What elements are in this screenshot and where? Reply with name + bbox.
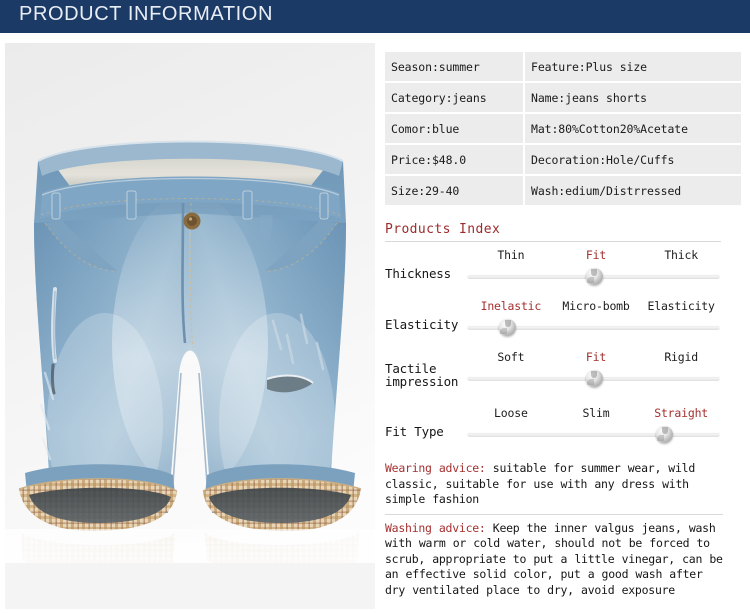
washing-advice-key: Washing advice: bbox=[385, 520, 486, 535]
table-row: Comor:blue Mat:80%Cotton20%Acetate bbox=[385, 114, 741, 143]
product-information-page: PRODUCT INFORMATION Season:summer Featur… bbox=[0, 0, 750, 614]
spec-cell: Decoration:Hole/Cuffs bbox=[525, 145, 741, 174]
slider-tick: Soft bbox=[497, 350, 525, 364]
spec-cell: Size:29-40 bbox=[385, 176, 525, 205]
slider-track[interactable] bbox=[467, 268, 720, 285]
page-header-banner: PRODUCT INFORMATION bbox=[0, 0, 750, 33]
slider-tick: Slim bbox=[582, 406, 610, 420]
slider-label: Fit Type bbox=[385, 424, 444, 439]
wearing-advice-key: Wearing advice: bbox=[385, 461, 486, 475]
slider-tactile-impression[interactable]: Soft Fit Rigid Tactile impression bbox=[385, 350, 725, 406]
slider-tick-row: Inelastic Micro-bomb Elasticity bbox=[467, 299, 725, 317]
page-title: PRODUCT INFORMATION bbox=[19, 3, 273, 25]
slider-tick: Thick bbox=[664, 248, 698, 262]
spec-cell: Mat:80%Cotton20%Acetate bbox=[525, 114, 741, 143]
slider-label: Elasticity bbox=[385, 317, 459, 332]
jeans-shorts-illustration bbox=[5, 43, 375, 609]
slider-label-line2: impression bbox=[385, 374, 459, 389]
slider-tick: Rigid bbox=[664, 350, 698, 364]
product-photo bbox=[5, 43, 375, 609]
spec-cell: Name:jeans shorts bbox=[525, 83, 741, 112]
slider-tick: Loose bbox=[494, 406, 528, 420]
slider-tick: Micro-bomb bbox=[562, 299, 630, 313]
slider-tick: Thin bbox=[497, 248, 525, 262]
slider-tick-selected: Inelastic bbox=[480, 299, 542, 313]
spec-cell: Wash:edium/Distrressed bbox=[525, 176, 741, 205]
slider-track[interactable] bbox=[467, 370, 720, 387]
slider-thumb[interactable] bbox=[585, 268, 603, 285]
slider-label: Tactile impression bbox=[385, 362, 463, 388]
slider-tick-selected: Fit bbox=[585, 350, 607, 364]
specification-table: Season:summer Feature:Plus size Category… bbox=[385, 50, 741, 207]
slider-thumb[interactable] bbox=[499, 319, 517, 336]
slider-track[interactable] bbox=[467, 426, 720, 443]
slider-tick-row: Loose Slim Straight bbox=[467, 406, 725, 424]
spec-cell: Comor:blue bbox=[385, 114, 525, 143]
slider-thickness[interactable]: Thin Fit Thick Thickness bbox=[385, 248, 725, 299]
table-row: Size:29-40 Wash:edium/Distrressed bbox=[385, 176, 741, 205]
slider-thumb[interactable] bbox=[656, 426, 674, 443]
slider-tick-selected: Straight bbox=[654, 406, 709, 420]
slider-tick-selected: Fit bbox=[585, 248, 607, 262]
washing-advice: Washing advice: Keep the inner valgus je… bbox=[385, 513, 723, 599]
spec-cell: Price:$48.0 bbox=[385, 145, 525, 174]
products-index-sliders: Thin Fit Thick Thickness Inelastic Micro… bbox=[385, 248, 725, 457]
slider-tick: Elasticity bbox=[647, 299, 715, 313]
slider-label: Thickness bbox=[385, 266, 451, 281]
slider-track[interactable] bbox=[467, 319, 720, 336]
table-row: Category:jeans Name:jeans shorts bbox=[385, 83, 741, 112]
wearing-advice: Wearing advice: suitable for summer wear… bbox=[385, 461, 723, 514]
slider-elasticity[interactable]: Inelastic Micro-bomb Elasticity Elastici… bbox=[385, 299, 725, 350]
products-index-heading: Products Index bbox=[385, 222, 721, 242]
slider-fit-type[interactable]: Loose Slim Straight Fit Type bbox=[385, 406, 725, 457]
slider-tick-row: Soft Fit Rigid bbox=[467, 350, 725, 368]
product-details-column: Season:summer Feature:Plus size Category… bbox=[385, 50, 741, 599]
slider-tick-row: Thin Fit Thick bbox=[467, 248, 725, 266]
spec-cell: Season:summer bbox=[385, 52, 525, 81]
table-row: Season:summer Feature:Plus size bbox=[385, 52, 741, 81]
spec-cell: Category:jeans bbox=[385, 83, 525, 112]
slider-thumb[interactable] bbox=[585, 370, 603, 387]
spec-cell: Feature:Plus size bbox=[525, 52, 741, 81]
table-row: Price:$48.0 Decoration:Hole/Cuffs bbox=[385, 145, 741, 174]
